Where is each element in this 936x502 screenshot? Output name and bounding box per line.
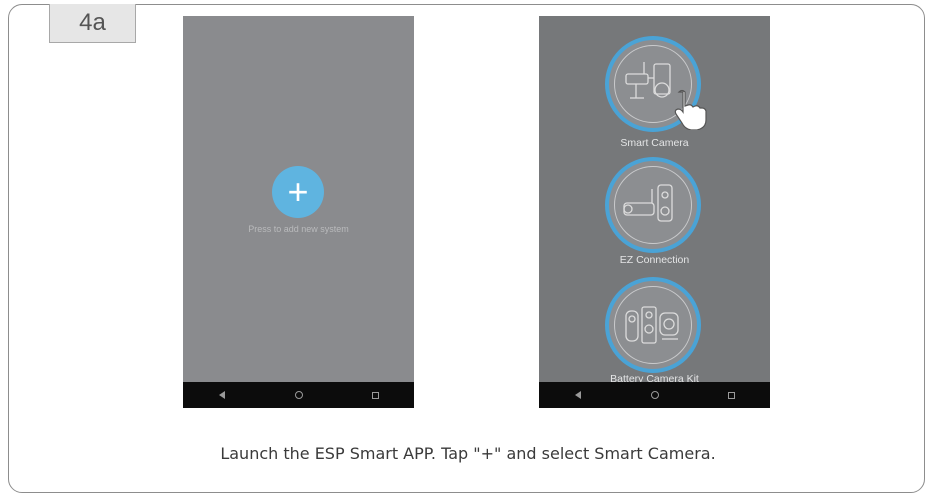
smart-camera-label: Smart Camera — [620, 137, 689, 149]
step-label: 4a — [49, 4, 136, 43]
battery-camera-kit-icon — [625, 306, 679, 344]
plus-icon: + — [287, 171, 309, 212]
back-icon[interactable] — [573, 390, 583, 400]
android-nav-bar — [183, 382, 414, 408]
ez-connection-option[interactable] — [605, 157, 701, 253]
instruction-caption: Launch the ESP Smart APP. Tap "+" and se… — [220, 444, 716, 463]
hand-pointer-icon — [674, 89, 707, 130]
recent-apps-icon[interactable] — [727, 390, 737, 400]
recent-apps-icon[interactable] — [371, 390, 381, 400]
android-nav-bar — [539, 382, 770, 408]
battery-camera-kit-option[interactable] — [605, 277, 701, 373]
instruction-frame — [8, 4, 925, 493]
add-system-button[interactable]: + — [272, 166, 324, 218]
phone-screen-device-select: Smart Camera EZ Connection Battery Camer… — [539, 16, 770, 408]
ez-connection-icon — [623, 184, 673, 222]
back-icon[interactable] — [217, 390, 227, 400]
phone-screen-home: + Press to add new system — [183, 16, 414, 408]
home-icon[interactable] — [294, 390, 304, 400]
add-system-hint: Press to add new system — [248, 224, 349, 234]
ez-connection-label: EZ Connection — [619, 254, 690, 266]
home-icon[interactable] — [650, 390, 660, 400]
